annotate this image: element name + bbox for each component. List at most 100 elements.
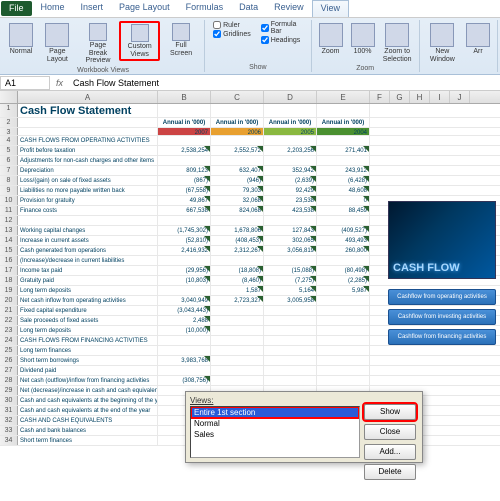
data-cell[interactable]: [317, 366, 370, 375]
data-cell[interactable]: [211, 216, 264, 225]
data-cell[interactable]: 423,538: [264, 206, 317, 215]
row-header[interactable]: 21: [0, 306, 18, 315]
data-cell[interactable]: [158, 256, 211, 265]
row-label[interactable]: Short term borrowings: [18, 356, 158, 365]
custom-views-button[interactable]: Custom Views: [119, 21, 160, 61]
tab-insert[interactable]: Insert: [73, 0, 112, 17]
data-cell[interactable]: [264, 316, 317, 325]
data-cell[interactable]: 260,800: [317, 246, 370, 255]
data-cell[interactable]: [211, 336, 264, 345]
row-label[interactable]: Net cash inflow from operating activitie…: [18, 296, 158, 305]
row-label[interactable]: CASH FLOWS FROM FINANCING ACTIVITIES: [18, 336, 158, 345]
data-cell[interactable]: [264, 336, 317, 345]
row-label[interactable]: Working capital changes: [18, 226, 158, 235]
data-cell[interactable]: (946): [211, 176, 264, 185]
data-cell[interactable]: [211, 256, 264, 265]
data-cell[interactable]: [317, 216, 370, 225]
data-cell[interactable]: [158, 346, 211, 355]
row-label[interactable]: Cash and cash equivalents at the end of …: [18, 406, 158, 415]
row-label[interactable]: Short term finances: [18, 436, 158, 445]
tab-file[interactable]: File: [1, 1, 32, 16]
data-cell[interactable]: 23,538: [264, 196, 317, 205]
row-header[interactable]: 22: [0, 316, 18, 325]
data-cell[interactable]: [211, 376, 264, 385]
data-cell[interactable]: [317, 336, 370, 345]
data-cell[interactable]: [211, 136, 264, 145]
data-cell[interactable]: 493,493: [317, 236, 370, 245]
row-header[interactable]: 32: [0, 416, 18, 425]
row-header[interactable]: 20: [0, 296, 18, 305]
col-header-a[interactable]: A: [18, 91, 158, 103]
row-header[interactable]: 24: [0, 336, 18, 345]
tab-view[interactable]: View: [312, 0, 349, 17]
data-cell[interactable]: (1,745,302): [158, 226, 211, 235]
data-cell[interactable]: [158, 136, 211, 145]
row-label[interactable]: CASH AND CASH EQUIVALENTS: [18, 416, 158, 425]
row-label[interactable]: Income tax paid: [18, 266, 158, 275]
page-break-preview-button[interactable]: Page Break Preview: [79, 21, 118, 67]
data-cell[interactable]: (8,460): [211, 276, 264, 285]
row-header[interactable]: 34: [0, 436, 18, 445]
data-cell[interactable]: 127,843: [264, 226, 317, 235]
data-cell[interactable]: [264, 346, 317, 355]
data-cell[interactable]: (15,088): [264, 266, 317, 275]
row-label[interactable]: Sale proceeds of fixed assets: [18, 316, 158, 325]
row-label[interactable]: [18, 216, 158, 225]
row-header[interactable]: 3: [0, 128, 18, 135]
operating-activities-button[interactable]: Cashflow from operating activities: [388, 289, 496, 305]
data-cell[interactable]: [264, 136, 317, 145]
row-header[interactable]: 19: [0, 286, 18, 295]
data-cell[interactable]: [211, 346, 264, 355]
data-cell[interactable]: [211, 156, 264, 165]
data-cell[interactable]: 49,867: [158, 196, 211, 205]
row-label[interactable]: Cash generated from operations: [18, 246, 158, 255]
col-header-b[interactable]: B: [158, 91, 211, 103]
row-label[interactable]: Net cash (outflow)/inflow from financing…: [18, 376, 158, 385]
row-header[interactable]: 13: [0, 226, 18, 235]
tab-page-layout[interactable]: Page Layout: [111, 0, 178, 17]
add-button[interactable]: Add...: [364, 444, 416, 460]
data-cell[interactable]: (52,810): [158, 236, 211, 245]
data-cell[interactable]: (80,498): [317, 266, 370, 275]
data-cell[interactable]: [264, 256, 317, 265]
data-cell[interactable]: [317, 376, 370, 385]
row-header[interactable]: 2: [0, 118, 18, 127]
row-label[interactable]: Fixed capital expenditure: [18, 306, 158, 315]
row-header[interactable]: 1: [0, 104, 18, 117]
col-header-f[interactable]: F: [370, 91, 390, 103]
data-cell[interactable]: [158, 336, 211, 345]
row-header[interactable]: 6: [0, 156, 18, 165]
data-cell[interactable]: [317, 356, 370, 365]
row-header[interactable]: 28: [0, 376, 18, 385]
data-cell[interactable]: [211, 366, 264, 375]
data-cell[interactable]: [317, 136, 370, 145]
row-header[interactable]: 15: [0, 246, 18, 255]
col-header-j[interactable]: J: [450, 91, 470, 103]
data-cell[interactable]: (10,803): [158, 276, 211, 285]
data-cell[interactable]: 667,538: [158, 206, 211, 215]
data-cell[interactable]: 3,040,949: [158, 296, 211, 305]
fx-icon[interactable]: fx: [50, 78, 69, 88]
data-cell[interactable]: (7,275): [264, 276, 317, 285]
row-label[interactable]: Cash and bank balances: [18, 426, 158, 435]
row-label[interactable]: Liabilities no more payable written back: [18, 186, 158, 195]
data-cell[interactable]: (2,285): [317, 276, 370, 285]
row-header[interactable]: 4: [0, 136, 18, 145]
data-cell[interactable]: 809,123: [158, 166, 211, 175]
data-cell[interactable]: [264, 356, 317, 365]
row-label[interactable]: Adjustments for non-cash charges and oth…: [18, 156, 158, 165]
data-cell[interactable]: [264, 306, 317, 315]
title-cell[interactable]: Cash Flow Statement: [18, 104, 158, 117]
row-label[interactable]: Finance costs: [18, 206, 158, 215]
page-layout-button[interactable]: Page Layout: [38, 21, 77, 65]
headings-checkbox[interactable]: Headings: [261, 36, 303, 44]
data-cell[interactable]: [211, 356, 264, 365]
col-header-h[interactable]: H: [410, 91, 430, 103]
row-label[interactable]: Depreciation: [18, 166, 158, 175]
data-cell[interactable]: 2,488: [158, 316, 211, 325]
data-cell[interactable]: [211, 316, 264, 325]
row-label[interactable]: Net (decrease)/increase in cash and cash…: [18, 386, 158, 395]
gridlines-checkbox[interactable]: Gridlines: [213, 30, 251, 38]
row-header[interactable]: 31: [0, 406, 18, 415]
row-header[interactable]: 9: [0, 186, 18, 195]
